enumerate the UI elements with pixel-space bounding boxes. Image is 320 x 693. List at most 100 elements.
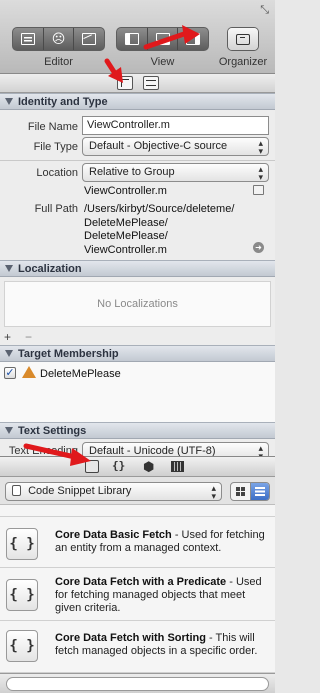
assistant-editor-icon: ☹ [51,31,66,46]
popup-arrows-icon: ▴ ▾ [258,164,263,182]
library-type-popup[interactable]: Code Snippet Library ▴ ▾ [5,482,222,501]
full-path-line: DeleteMePlease/ [84,216,168,229]
fullscreen-icon[interactable]: ⤡ [260,4,269,17]
object-library-icon[interactable]: ⬢ [143,459,154,475]
list-view-button[interactable] [250,483,269,500]
target-membership-panel: ✓ DeleteMePlease [0,362,275,422]
identity-panel: File Name ViewController.m File Type Def… [0,110,275,260]
popup-arrows-icon: ▴ ▾ [258,138,263,156]
target-name: DeleteMePlease [40,368,121,380]
section-title: Text Settings [18,425,87,437]
section-title: Identity and Type [18,96,108,108]
full-path-value: /Users/kirbyt/Source/deleteme/ DeleteMeP… [84,203,234,257]
library-selector-bar: {} ⬢ [0,456,275,477]
library-type-value: Code Snippet Library [28,485,132,497]
localization-header[interactable]: Localization [0,260,275,277]
file-name-label: File Name [27,121,78,133]
snippet-title: Core Data Fetch with Sorting [55,632,206,644]
target-checkbox[interactable]: ✓ [4,367,16,379]
media-library-icon[interactable] [171,461,184,472]
snippet-description: Core Data Fetch with a Predicate - Used … [55,576,271,615]
toggle-utilities-button[interactable] [178,28,208,50]
toggle-debug-area-button[interactable] [148,28,179,50]
text-encoding-popup[interactable]: Default - Unicode (UTF-8) ▴ ▾ [82,442,269,456]
no-localizations-text: No Localizations [97,298,178,310]
remove-localization-button[interactable]: − [25,330,32,344]
assistant-editor-button[interactable]: ☹ [44,28,75,50]
disclosure-triangle-icon [5,265,13,272]
target-membership-header[interactable]: Target Membership [0,345,275,362]
localization-panel: No Localizations + − [0,277,275,345]
library-search-field[interactable] [6,677,269,691]
quick-help-tab-icon[interactable] [143,76,159,90]
snippet-title: Core Data Fetch with a Predicate [55,576,227,588]
file-type-label: File Type [33,141,78,153]
version-editor-button[interactable] [74,28,104,50]
snippet-description: Core Data Basic Fetch - Used for fetchin… [55,529,271,555]
version-editor-icon [82,33,97,45]
text-encoding-label: Text Encoding [8,445,78,456]
standard-editor-icon [20,33,35,45]
code-snippet-library-icon[interactable]: {} [112,459,125,472]
popup-arrows-icon: ▴ ▾ [211,483,216,501]
location-file-name: ViewController.m [84,185,167,197]
popup-arrows-icon: ▴ ▾ [258,443,263,457]
library-filter-bar [0,673,275,693]
folder-icon[interactable] [253,185,264,195]
editor-segmented-control: ☹ [12,27,105,51]
grid-icon [235,487,245,496]
snippet-library-icon [12,485,21,496]
toggle-navigator-button[interactable] [117,28,148,50]
file-inspector-tab-icon[interactable] [117,76,133,90]
snippet-title: Core Data Basic Fetch [55,529,172,541]
add-localization-button[interactable]: + [4,330,11,344]
snippet-row[interactable]: { } Core Data Fetch with a Predicate - U… [0,568,275,621]
app-target-icon [22,366,36,378]
snippet-row[interactable]: { } Core Data Fetch with Sorting - This … [0,621,275,673]
disclosure-triangle-icon [5,350,13,357]
localization-list[interactable]: No Localizations [4,281,271,327]
divider [0,160,275,161]
text-encoding-value: Default - Unicode (UTF-8) [89,445,216,456]
disclosure-triangle-icon [5,427,13,434]
list-icon [254,487,265,496]
inspector-selector-bar [0,74,275,93]
list-item [0,505,275,517]
standard-editor-button[interactable] [13,28,44,50]
reveal-in-finder-icon[interactable]: ➜ [253,242,264,253]
text-settings-header[interactable]: Text Settings [0,422,275,439]
text-settings-panel: Text Encoding Default - Unicode (UTF-8) … [0,439,275,456]
code-snippet-icon: { } [6,528,38,560]
organizer-icon [236,33,250,45]
code-snippet-icon: { } [6,630,38,662]
full-path-label: Full Path [34,203,78,215]
navigator-pane-icon [124,33,139,45]
location-label: Location [36,167,78,179]
disclosure-triangle-icon [5,98,13,105]
utilities-pane-icon [186,33,201,45]
file-type-value: Default - Objective-C source [89,140,228,152]
snippet-list: { } Core Data Basic Fetch - Used for fet… [0,505,275,673]
full-path-line: DeleteMePlease/ [84,230,168,242]
file-name-field[interactable]: ViewController.m [82,116,269,135]
file-type-popup[interactable]: Default - Objective-C source ▴ ▾ [82,137,269,156]
library-header: Code Snippet Library ▴ ▾ [0,477,275,505]
snippet-row[interactable]: { } Core Data Basic Fetch - Used for fet… [0,517,275,568]
location-popup[interactable]: Relative to Group ▴ ▾ [82,163,269,182]
full-path-line: /Users/kirbyt/Source/deleteme/ [84,203,235,215]
organizer-label: Organizer [218,56,268,68]
file-template-library-icon[interactable] [85,460,99,473]
debug-pane-icon [155,33,170,45]
identity-and-type-header[interactable]: Identity and Type [0,93,275,110]
code-snippet-icon: { } [6,579,38,611]
location-value: Relative to Group [89,166,175,178]
view-label: View [150,56,175,68]
snippet-description: Core Data Fetch with Sorting - This will… [55,632,271,658]
organizer-button[interactable] [227,27,259,51]
view-mode-segmented [230,482,270,501]
section-title: Localization [18,263,82,275]
full-path-line: ViewController.m [84,243,167,256]
icon-view-button[interactable] [231,483,251,500]
editor-label: Editor [44,56,73,68]
section-title: Target Membership [18,348,119,360]
